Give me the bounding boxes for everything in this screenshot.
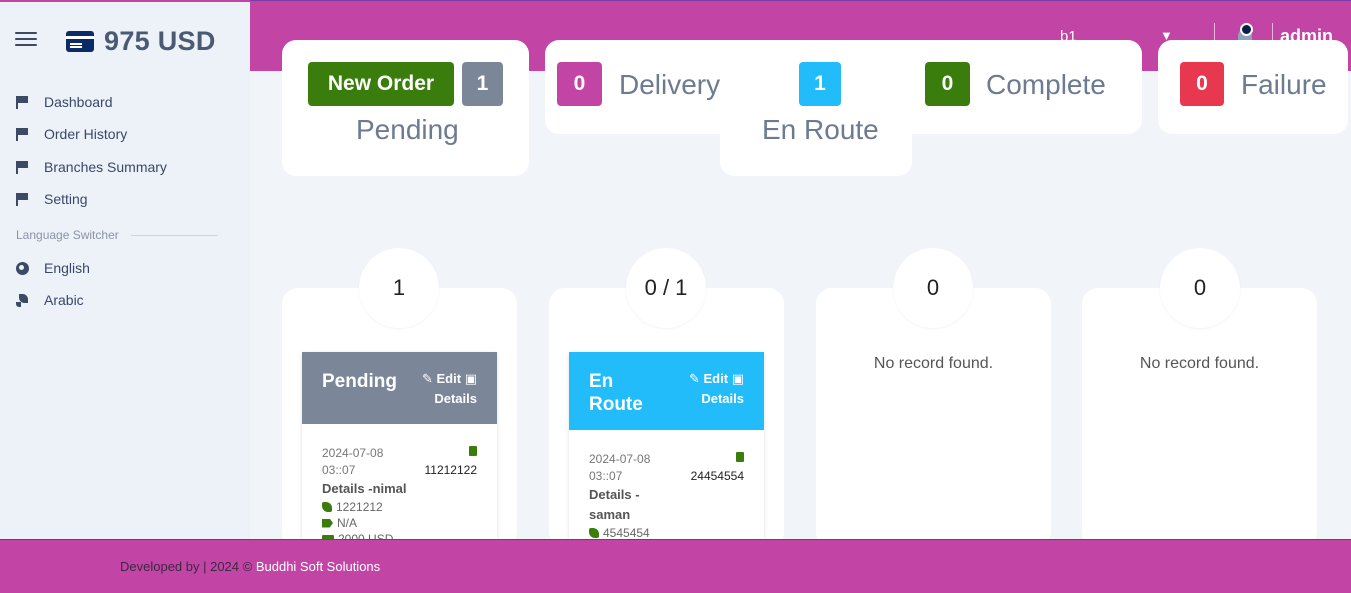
sidebar: 975 USD Dashboard Order History Branches… [0, 0, 250, 540]
document-icon[interactable] [736, 452, 744, 462]
language-english[interactable]: English [16, 252, 236, 284]
complete-count-badge: 0 [925, 62, 970, 106]
pending-stat-card [282, 40, 529, 176]
flag-icon [16, 193, 28, 207]
brand: 975 USD [66, 26, 216, 57]
footer-credit: Developed by | 2024 © [120, 559, 253, 574]
sidebar-item-label: Order History [44, 126, 128, 143]
phone-icon [322, 502, 332, 512]
language-list: English Arabic [16, 252, 236, 317]
menu-toggle-icon[interactable] [15, 32, 37, 48]
sidebar-item-branches-summary[interactable]: Branches Summary [16, 151, 236, 183]
en-route-stat-card [720, 40, 912, 176]
order-phone: 4545454 [603, 526, 650, 539]
sidebar-item-label: Branches Summary [44, 158, 167, 175]
pencil-icon: ✎ [688, 371, 700, 386]
empty-state-text: No record found. [1139, 355, 1260, 372]
column-count-badge: 1 [359, 248, 439, 328]
sidebar-item-order-history[interactable]: Order History [16, 118, 236, 150]
order-title: Details - saman [589, 487, 640, 522]
pending-count-badge: 1 [462, 62, 503, 106]
language-label: Arabic [44, 292, 84, 309]
phone-icon [589, 528, 599, 538]
order-phone: 1221212 [336, 500, 383, 514]
delivery-count-badge: 0 [557, 62, 602, 106]
order-card[interactable]: En Route ✎ Edit ▣ Details 24454554 2024-… [569, 352, 764, 539]
order-date: 2024-07-08 [589, 452, 651, 466]
rocket-icon [16, 294, 29, 307]
empty-state-text: No record found. [873, 355, 994, 372]
flag-icon [16, 128, 28, 142]
contact-card-icon: ▣ [731, 371, 744, 386]
en-route-count-badge: 1 [799, 62, 841, 106]
order-status: En Route [589, 371, 643, 415]
contact-card-icon: ▣ [464, 371, 477, 386]
order-number: 11212122 [424, 463, 478, 477]
language-arabic[interactable]: Arabic [16, 284, 236, 316]
company-link[interactable]: Buddhi Soft Solutions [256, 559, 380, 574]
sidebar-item-setting[interactable]: Setting [16, 183, 236, 215]
credit-card-icon [66, 31, 94, 52]
en-route-label: En Route [762, 114, 879, 145]
order-amount: 2000 USD [338, 532, 394, 539]
complete-label: Complete [986, 69, 1106, 100]
column-count-badge: 0 [1160, 248, 1240, 328]
order-date: 2024-07-08 [322, 446, 384, 460]
globe-icon [16, 261, 29, 275]
order-number: 24454554 [690, 469, 744, 483]
pending-label: Pending [356, 114, 459, 145]
order-card-body: 24454554 2024-07-08 03::07 Details - sam… [569, 430, 764, 539]
order-card[interactable]: Pending ✎ Edit ▣ Details 11212122 2024-0… [302, 352, 497, 539]
details-link[interactable]: Details [422, 389, 477, 409]
order-card-body: 11212122 2024-07-08 03::07 Details -nima… [302, 424, 497, 539]
order-title: Details -nimal [322, 481, 407, 496]
sidebar-item-label: Dashboard [44, 94, 113, 111]
failure-label: Failure [1241, 69, 1327, 100]
language-label: English [44, 260, 90, 277]
language-switcher-heading: Language Switcher [16, 228, 218, 242]
new-order-button[interactable]: New Order [308, 62, 454, 106]
sidebar-item-dashboard[interactable]: Dashboard [16, 86, 236, 118]
divider [130, 234, 218, 236]
details-link[interactable]: Details [689, 389, 744, 409]
footer: Developed by | 2024 © Buddhi Soft Soluti… [0, 539, 1351, 593]
flag-icon [16, 160, 28, 174]
tag-icon [322, 518, 333, 528]
column-count-badge: 0 [893, 248, 973, 328]
order-card-header: En Route ✎ Edit ▣ Details [569, 352, 764, 430]
edit-link[interactable]: ✎ Edit ▣ [422, 369, 477, 389]
pencil-icon: ✎ [421, 371, 433, 386]
failure-count-badge: 0 [1180, 62, 1224, 106]
flag-icon [16, 96, 28, 110]
order-status: Pending [322, 371, 397, 392]
brand-title: 975 USD [104, 26, 216, 56]
order-card-header: Pending ✎ Edit ▣ Details [302, 352, 497, 424]
edit-link[interactable]: ✎ Edit ▣ [689, 369, 744, 389]
delivery-label: Delivery [619, 69, 721, 100]
sidebar-item-label: Setting [44, 191, 88, 208]
sidebar-nav: Dashboard Order History Branches Summary… [16, 86, 236, 215]
order-tag: N/A [337, 516, 358, 530]
document-icon[interactable] [469, 446, 477, 456]
column-count-badge: 0 / 1 [626, 248, 706, 328]
